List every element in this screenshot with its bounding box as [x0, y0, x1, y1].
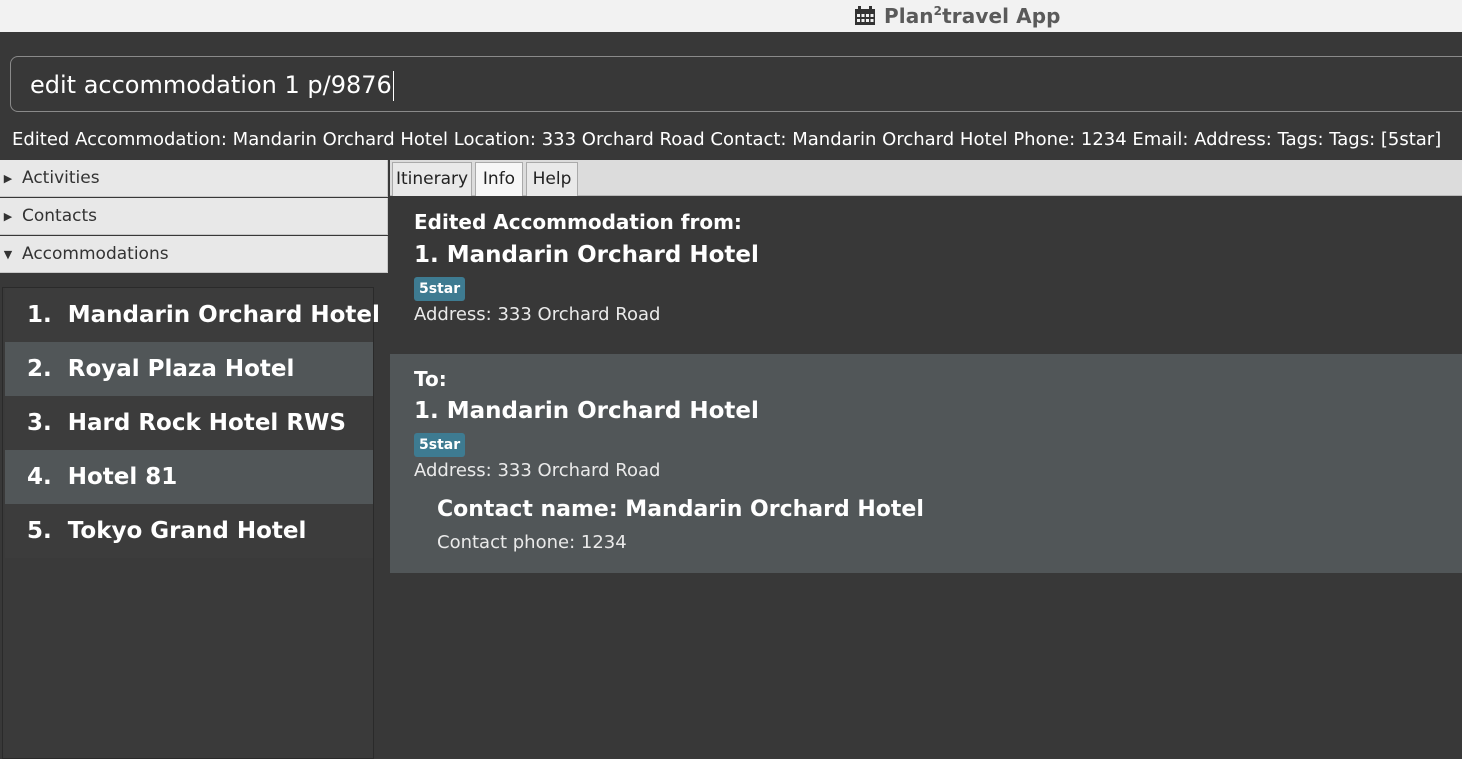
accommodation-list[interactable]: 1. Mandarin Orchard Hotel 2. Royal Plaza… — [2, 287, 380, 759]
to-accommodation-name: 1. Mandarin Orchard Hotel — [414, 398, 759, 424]
command-input[interactable]: edit accommodation 1 p/9876 — [10, 56, 1462, 112]
list-item-label: 3. Hard Rock Hotel RWS — [27, 410, 346, 436]
list-item-label: 1. Mandarin Orchard Hotel — [27, 302, 380, 328]
list-item-label: 5. Tokyo Grand Hotel — [27, 518, 307, 544]
from-address: Address: 333 Orchard Road — [414, 304, 661, 325]
info-to-card: To: 1. Mandarin Orchard Hotel 5star Addr… — [390, 354, 1462, 573]
contact-name: Contact name: Mandarin Orchard Hotel — [437, 497, 924, 522]
from-header: Edited Accommodation from: — [414, 210, 742, 234]
tab-itinerary[interactable]: Itinerary — [392, 162, 472, 196]
list-item-label: 2. Royal Plaza Hotel — [27, 356, 295, 382]
main-panel: Itinerary Info Help Edited Accommodation… — [390, 160, 1462, 759]
to-address: Address: 333 Orchard Road — [414, 460, 661, 481]
app-title: Plan2travel App — [884, 4, 1061, 28]
tab-info[interactable]: Info — [475, 162, 523, 196]
triangle-right-icon: ▶ — [3, 209, 13, 223]
accordion-contacts[interactable]: ▶ Contacts — [0, 198, 388, 235]
tag-badge: 5star — [414, 433, 466, 457]
window-title: Plan2travel App — [854, 3, 1061, 29]
triangle-down-icon: ▼ — [3, 247, 13, 261]
accordion-accommodations[interactable]: ▼ Accommodations — [0, 236, 388, 273]
from-accommodation-name: 1. Mandarin Orchard Hotel — [414, 242, 759, 268]
list-item[interactable]: 1. Mandarin Orchard Hotel — [5, 288, 380, 342]
list-item[interactable]: 3. Hard Rock Hotel RWS — [5, 396, 373, 450]
command-input-text[interactable]: edit accommodation 1 p/9876 — [30, 71, 392, 99]
tag-badge: 5star — [414, 277, 466, 301]
command-area: edit accommodation 1 p/9876 — [0, 32, 1462, 128]
list-item[interactable]: 5. Tokyo Grand Hotel — [5, 504, 373, 558]
info-from-card: Edited Accommodation from: 1. Mandarin O… — [390, 196, 1462, 354]
tab-help[interactable]: Help — [526, 162, 578, 196]
window-titlebar: Plan2travel App — [0, 0, 1462, 32]
list-item-label: 4. Hotel 81 — [27, 464, 178, 490]
contact-phone: Contact phone: 1234 — [437, 532, 627, 553]
accordion-label: Contacts — [22, 206, 97, 226]
list-item[interactable]: 4. Hotel 81 — [5, 450, 373, 504]
accordion-label: Accommodations — [22, 244, 169, 264]
text-caret — [392, 71, 394, 101]
result-message: Edited Accommodation: Mandarin Orchard H… — [12, 129, 1442, 150]
accordion-activities[interactable]: ▶ Activities — [0, 160, 388, 197]
accordion-label: Activities — [22, 168, 100, 188]
sidebar: ▶ Activities ▶ Contacts ▼ Accommodations… — [0, 160, 388, 759]
list-item[interactable]: 2. Royal Plaza Hotel — [5, 342, 373, 396]
to-header: To: — [414, 367, 447, 391]
triangle-right-icon: ▶ — [3, 171, 13, 185]
tab-bar: Itinerary Info Help — [390, 160, 1462, 196]
calendar-icon — [855, 6, 875, 25]
